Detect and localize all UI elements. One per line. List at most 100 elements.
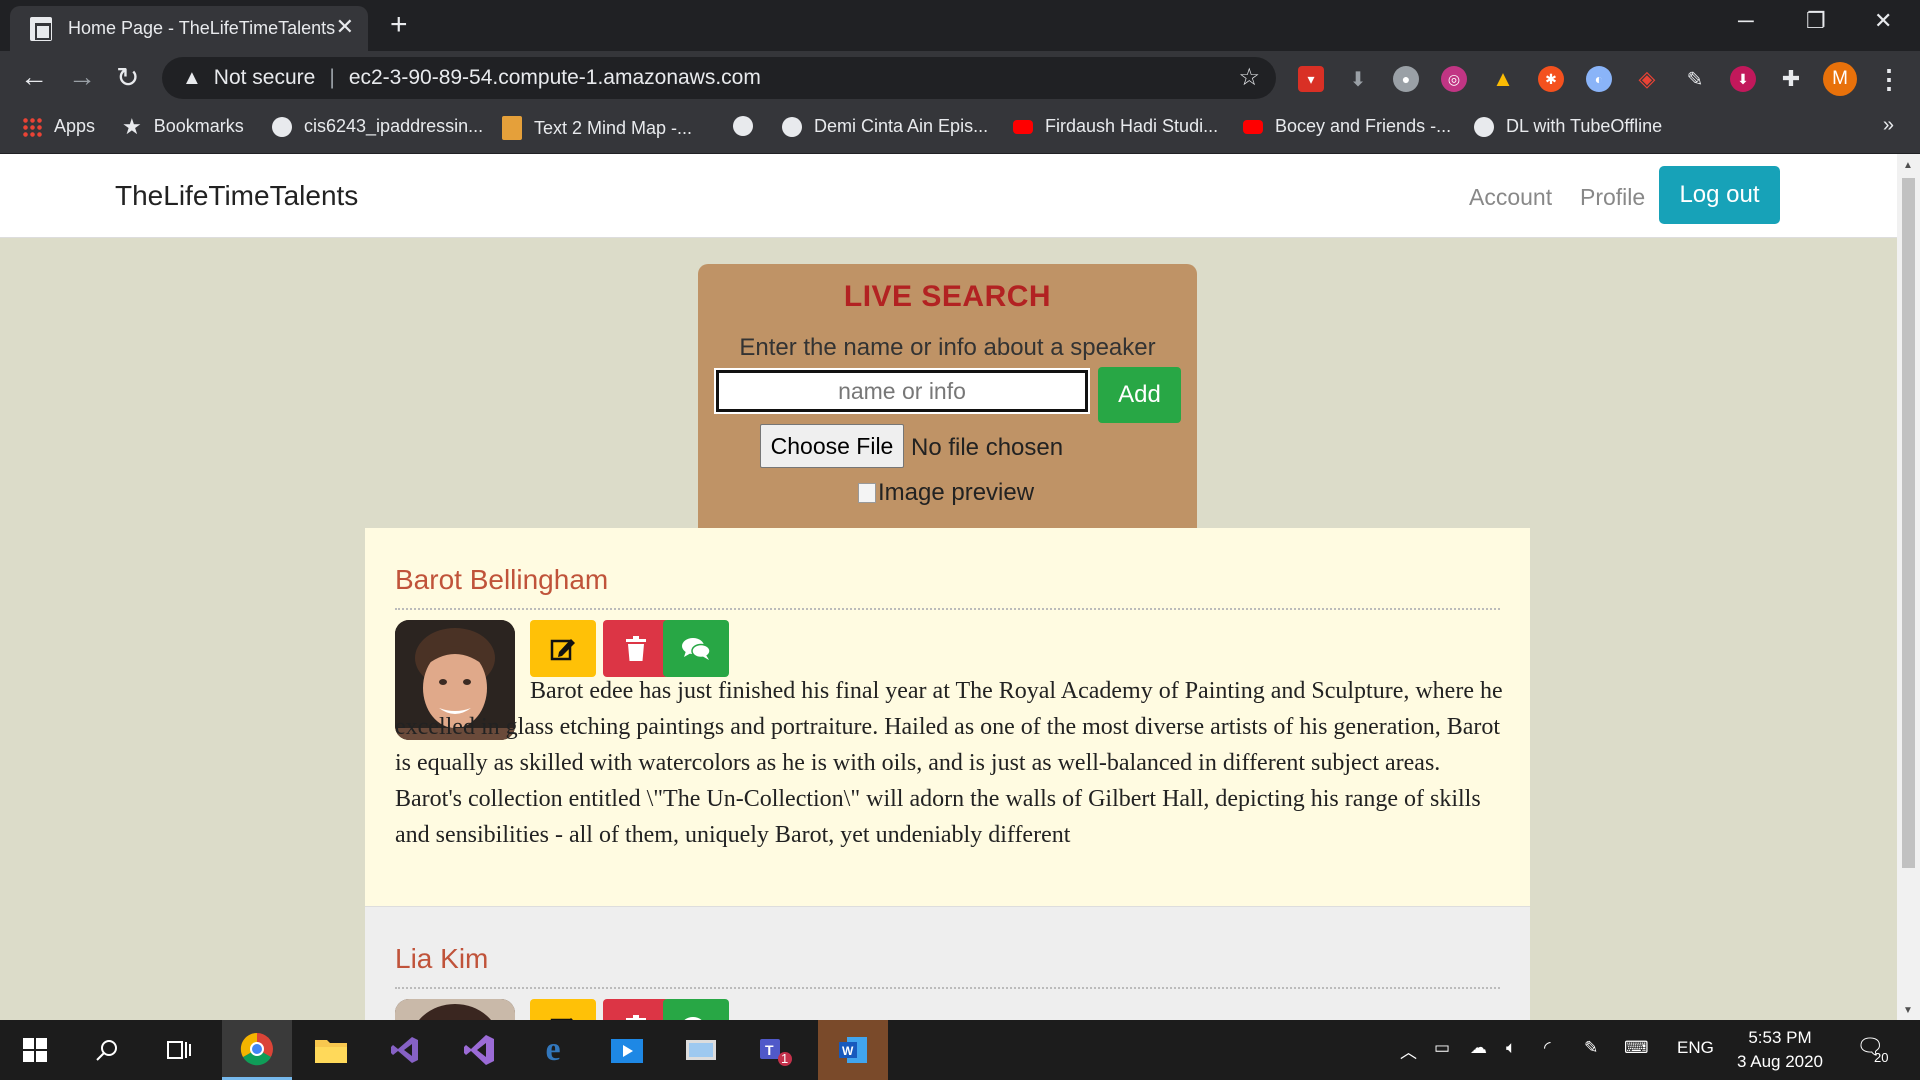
file-explorer-button[interactable]: [296, 1020, 366, 1080]
media-player-button[interactable]: [592, 1020, 662, 1080]
url-text: ec2-3-90-89-54.compute-1.amazonaws.com: [348, 66, 761, 89]
divider: [395, 987, 1500, 989]
nav-account-link[interactable]: Account: [1469, 184, 1552, 211]
snipping-tool-button[interactable]: [666, 1020, 736, 1080]
restore-icon[interactable]: ❐: [1806, 8, 1826, 34]
new-tab-button[interactable]: +: [390, 8, 408, 42]
download-extension-icon[interactable]: ⬇: [1345, 66, 1371, 92]
camera-extension-icon[interactable]: ●: [1393, 66, 1419, 92]
tray-overflow-icon[interactable]: ︿: [1400, 1038, 1417, 1063]
forward-icon[interactable]: →: [68, 61, 96, 93]
add-button[interactable]: Add: [1098, 367, 1181, 423]
visual-studio-button[interactable]: [444, 1020, 514, 1080]
edit-button[interactable]: [530, 999, 596, 1020]
bookmark-firdaush[interactable]: Firdaush Hadi Studi...: [1013, 116, 1218, 137]
text-icon: [502, 116, 522, 140]
battery-icon[interactable]: ▭: [1434, 1038, 1450, 1058]
page-scrollbar[interactable]: ▲ ▼: [1897, 154, 1920, 1020]
file-status: No file chosen: [911, 434, 1064, 461]
pen-tray-icon[interactable]: ✎: [1584, 1038, 1598, 1058]
search-hint: Enter the name or info about a speaker: [739, 334, 1156, 361]
clock[interactable]: 5:53 PM 3 Aug 2020: [1730, 1026, 1830, 1074]
chrome-taskbar-button[interactable]: [222, 1020, 292, 1080]
youtube-icon: [1013, 119, 1033, 134]
speaker-name: Lia Kim: [395, 943, 489, 974]
windows-taskbar: e T 1 W ︿ ▭ ☁ 🔈︎ ◜ ✎ ⌨ ENG 5:53 PM 3 Aug…: [0, 1020, 1920, 1080]
pink-download-extension-icon[interactable]: ⬇: [1730, 66, 1756, 92]
word-button[interactable]: W: [818, 1020, 888, 1080]
speaker-card: Lia Kim: [365, 906, 1530, 1020]
bookmark-star-icon[interactable]: ☆: [1238, 63, 1260, 92]
speaker-bio: Barot edee has just finished his final y…: [395, 673, 1505, 853]
bookmark-text2mindmap[interactable]: Text 2 Mind Map -...: [502, 116, 692, 140]
word-icon: W: [839, 1037, 867, 1063]
volume-icon[interactable]: 🔈︎: [1506, 1038, 1516, 1058]
orange-extension-icon[interactable]: ✱: [1538, 66, 1564, 92]
blue-extension-icon[interactable]: ◐: [1586, 66, 1612, 92]
globe-icon: [782, 116, 802, 137]
pocket-extension-icon[interactable]: ▾: [1298, 66, 1324, 92]
language-indicator[interactable]: ENG: [1677, 1038, 1714, 1058]
task-view-button[interactable]: [144, 1020, 214, 1080]
bookmark-bookmarks[interactable]: ★ Bookmarks: [122, 113, 244, 139]
drive-extension-icon[interactable]: ▲: [1490, 66, 1516, 92]
choose-file-button[interactable]: Choose File: [760, 424, 904, 468]
logout-button[interactable]: Log out: [1659, 166, 1780, 224]
more-bookmarks-icon[interactable]: »: [1883, 114, 1894, 137]
comments-button[interactable]: [663, 620, 729, 677]
nav-profile-link[interactable]: Profile: [1580, 184, 1645, 211]
search-input[interactable]: [714, 368, 1090, 414]
red-extension-icon[interactable]: ◈: [1634, 66, 1660, 92]
puzzle-extensions-icon[interactable]: ✚: [1778, 66, 1804, 92]
reload-icon[interactable]: ↻: [116, 61, 139, 94]
clock-date: 3 Aug 2020: [1736, 1052, 1824, 1071]
profile-avatar[interactable]: M: [1823, 62, 1857, 96]
delete-button[interactable]: [603, 620, 669, 677]
bookmark-apps[interactable]: Apps: [22, 116, 95, 137]
start-button[interactable]: [0, 1020, 70, 1080]
speaker-bio-text: Barot edee has just finished his final y…: [395, 678, 1503, 848]
site-brand[interactable]: TheLifeTimeTalents: [115, 180, 358, 212]
search-button[interactable]: [72, 1020, 142, 1080]
image-preview: Image preview: [858, 479, 1034, 507]
edit-button[interactable]: [530, 620, 596, 677]
star-icon: ★: [122, 113, 142, 139]
scroll-down-icon[interactable]: ▼: [1903, 1005, 1913, 1016]
bookmark-demi-cinta[interactable]: Demi Cinta Ain Epis...: [782, 116, 988, 137]
vs-code-button[interactable]: [370, 1020, 440, 1080]
teams-badge: 1: [781, 1051, 789, 1066]
live-search-panel: LIVE SEARCH Enter the name or info about…: [698, 264, 1197, 544]
scrollbar-thumb[interactable]: [1902, 178, 1915, 868]
teams-button[interactable]: T 1: [740, 1020, 810, 1080]
keyboard-icon[interactable]: ⌨: [1624, 1038, 1649, 1058]
browser-menu-icon[interactable]: ⋮: [1876, 62, 1902, 96]
back-icon[interactable]: ←: [20, 61, 48, 93]
pen-extension-icon[interactable]: ✎: [1682, 66, 1708, 92]
onedrive-icon[interactable]: ☁: [1470, 1038, 1487, 1058]
edge-button[interactable]: e: [518, 1020, 588, 1080]
svg-text:W: W: [842, 1044, 854, 1058]
browser-tab[interactable]: Home Page - TheLifeTimeTalents ✕: [10, 6, 368, 51]
bookmark-bocey[interactable]: Bocey and Friends -...: [1243, 116, 1451, 137]
close-window-icon[interactable]: ✕: [1874, 8, 1892, 34]
browser-tab-bar: Home Page - TheLifeTimeTalents ✕ + ─ ❐ ✕: [0, 0, 1920, 51]
tab-close-icon[interactable]: ✕: [336, 14, 354, 40]
windows-logo-icon: [23, 1038, 47, 1062]
bookmarks-bar: Apps ★ Bookmarks cis6243_ipaddressin... T…: [0, 104, 1920, 154]
bookmark-globe[interactable]: [733, 116, 765, 136]
scroll-up-icon[interactable]: ▲: [1903, 160, 1913, 171]
chrome-icon: [240, 1032, 273, 1065]
bookmark-cis6243[interactable]: cis6243_ipaddressin...: [272, 116, 483, 137]
comments-button[interactable]: [663, 999, 729, 1020]
bookmark-tubeoffline[interactable]: DL with TubeOffline: [1474, 116, 1662, 137]
broken-image-icon: [858, 483, 876, 503]
live-search-title: LIVE SEARCH: [843, 280, 1052, 313]
instagram-extension-icon[interactable]: ◎: [1441, 66, 1467, 92]
edge-icon: e: [545, 1031, 561, 1068]
speaker-card: Barot Bellingham Barot edee has just fin…: [365, 528, 1530, 906]
delete-button[interactable]: [603, 999, 669, 1020]
wifi-icon[interactable]: ◜: [1544, 1038, 1551, 1058]
minimize-icon[interactable]: ─: [1738, 8, 1754, 34]
address-bar[interactable]: ▲ Not secure | ec2-3-90-89-54.compute-1.…: [162, 57, 1276, 99]
clock-time: 5:53 PM: [1748, 1028, 1812, 1047]
